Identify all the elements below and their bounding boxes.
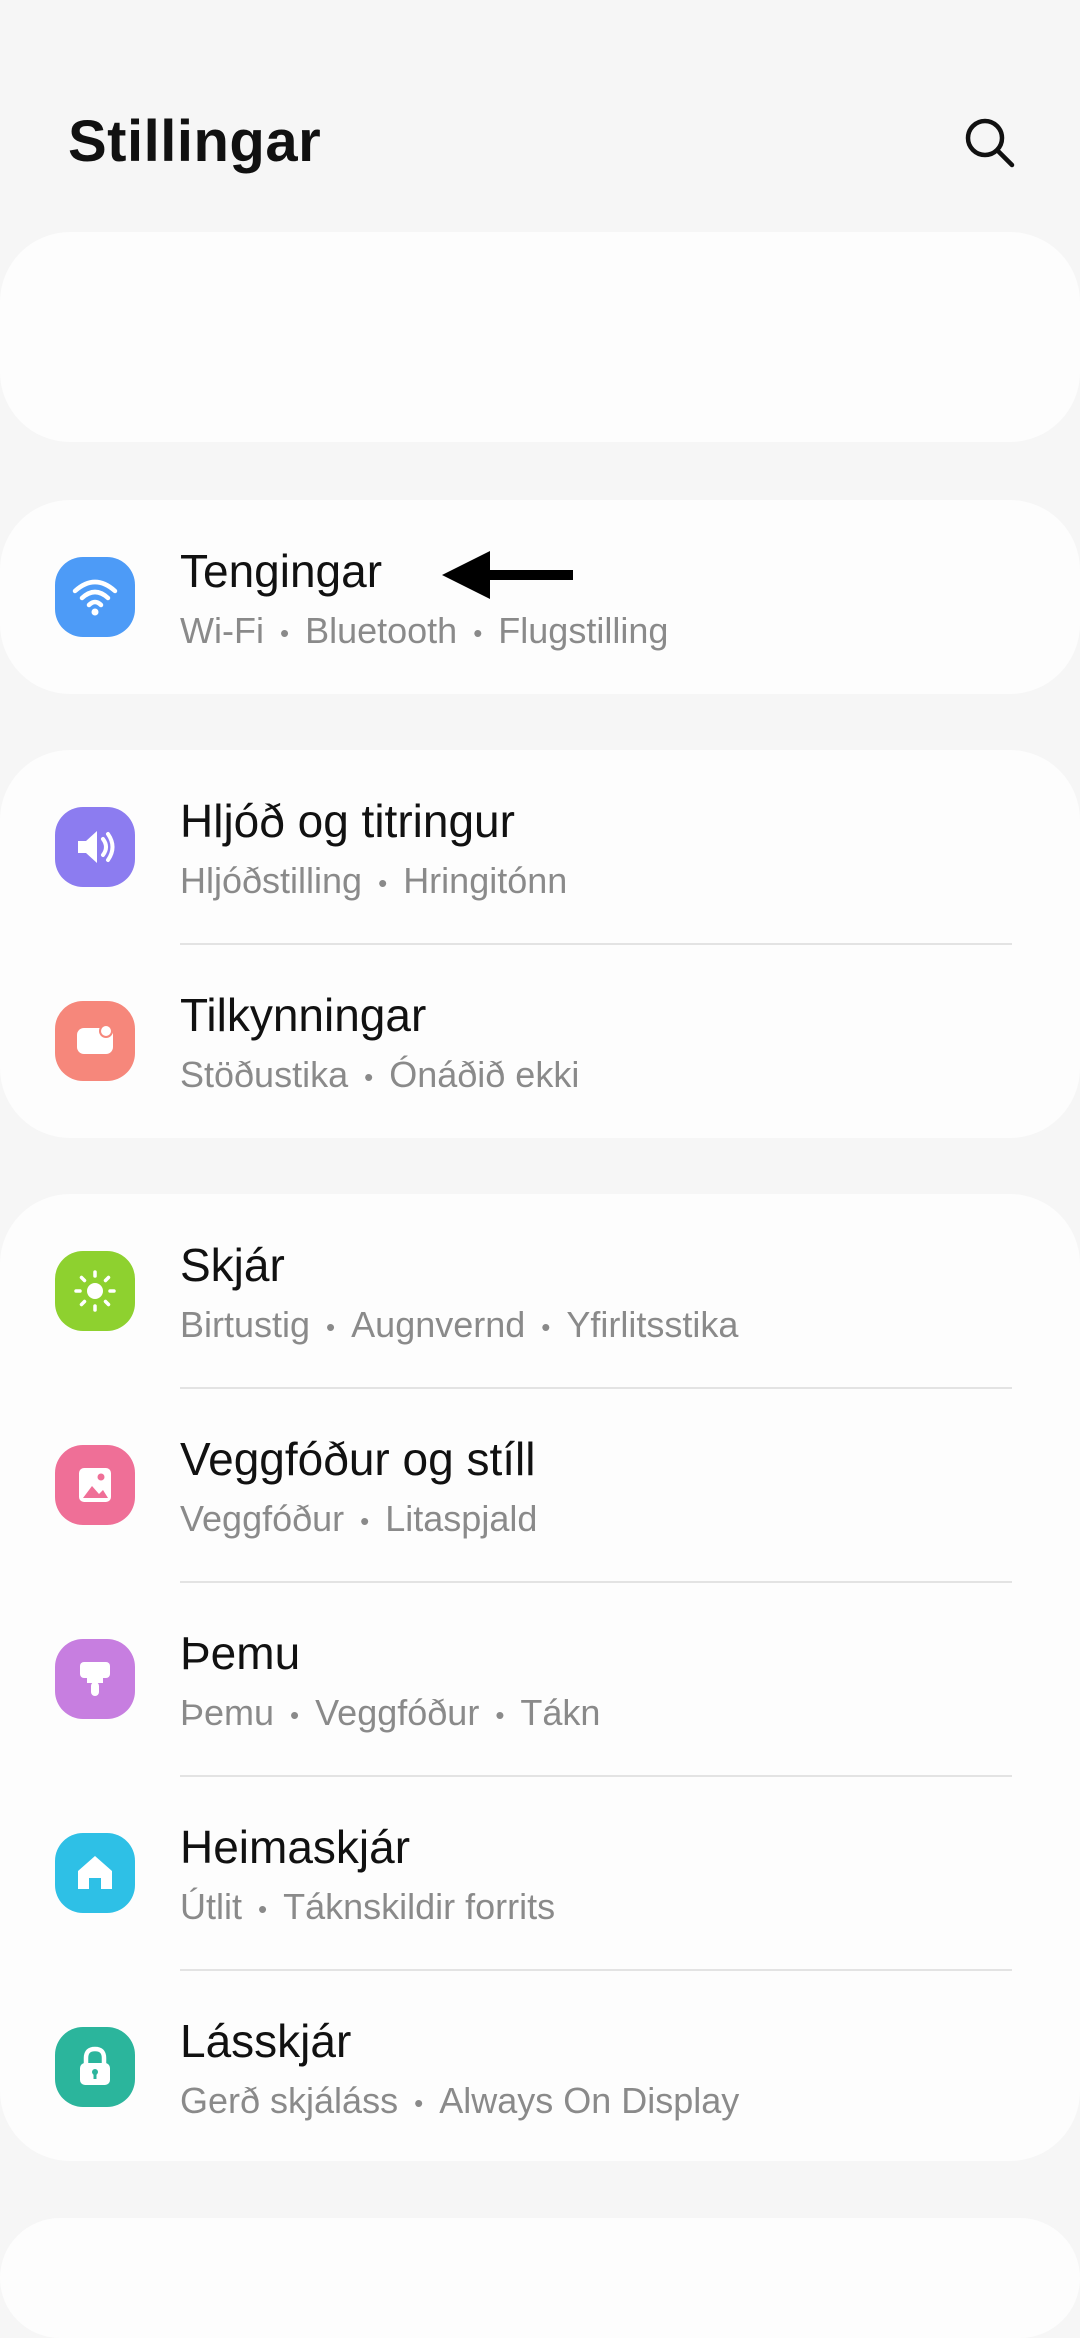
item-subtitle: Stöðustika • Ónáðið ekki	[180, 1054, 580, 1095]
home-icon	[55, 1833, 135, 1913]
item-title: Hljóð og titringur	[180, 795, 515, 847]
arrow-annotation	[442, 551, 573, 599]
page-title: Stillingar	[68, 109, 322, 174]
item-subtitle: Wi-Fi • Bluetooth • Flugstilling	[180, 610, 669, 651]
item-subtitle: Gerð skjáláss • Always On Display	[180, 2080, 740, 2121]
display-card: Skjár Birtustig • Augnvernd • Yfirlitsstika …	[0, 1194, 1080, 2161]
speaker-icon	[55, 807, 135, 887]
item-subtitle: Veggfóður • Litaspjald	[180, 1498, 538, 1539]
item-title: Skjár	[180, 1239, 285, 1291]
item-title: Heimaskjár	[180, 1821, 411, 1873]
item-title: Lásskjár	[180, 2015, 352, 2067]
item-title: Tengingar	[180, 545, 383, 597]
settings-item-lock-screen[interactable]: Lásskjár Gerð skjáláss • Always On Display	[0, 1970, 1080, 2164]
brush-icon	[55, 1639, 135, 1719]
settings-item-home-screen[interactable]: Heimaskjár Útlit • Táknskildir forrits	[0, 1776, 1080, 1970]
item-title: Þemu	[180, 1627, 301, 1679]
lock-icon	[55, 2027, 135, 2107]
notification-icon	[55, 1001, 135, 1081]
search-icon	[965, 118, 1015, 168]
search-button[interactable]	[955, 108, 1025, 178]
item-title: Veggfóður og stíll	[180, 1433, 536, 1485]
settings-item-display[interactable]: Skjár Birtustig • Augnvernd • Yfirlitsstika	[0, 1194, 1080, 1388]
item-subtitle: Hljóðstilling • Hringitónn	[180, 860, 568, 901]
image-icon	[55, 1445, 135, 1525]
item-title: Tilkynningar	[180, 989, 427, 1041]
settings-item-notifications[interactable]: Tilkynningar Stöðustika • Ónáðið ekki	[0, 944, 1080, 1138]
sound-notifications-card: Hljóð og titringur Hljóðstilling • Hringit…	[0, 750, 1080, 1138]
item-subtitle: Þemu • Veggfóður • Tákn	[180, 1692, 601, 1733]
settings-item-themes[interactable]: Þemu Þemu • Veggfóður • Tákn	[0, 1582, 1080, 1776]
settings-item-sound[interactable]: Hljóð og titringur Hljóðstilling • Hringit…	[0, 750, 1080, 944]
settings-item-wallpaper[interactable]: Veggfóður og stíll Veggfóður • Litaspjald	[0, 1388, 1080, 1582]
item-subtitle: Útlit • Táknskildir forrits	[180, 1886, 556, 1927]
next-card[interactable]	[0, 2218, 1080, 2338]
sun-icon	[55, 1251, 135, 1331]
wifi-icon	[55, 557, 135, 637]
header: Stillingar	[0, 0, 1080, 230]
profile-card[interactable]	[0, 232, 1080, 442]
item-subtitle: Birtustig • Augnvernd • Yfirlitsstika	[180, 1304, 739, 1345]
